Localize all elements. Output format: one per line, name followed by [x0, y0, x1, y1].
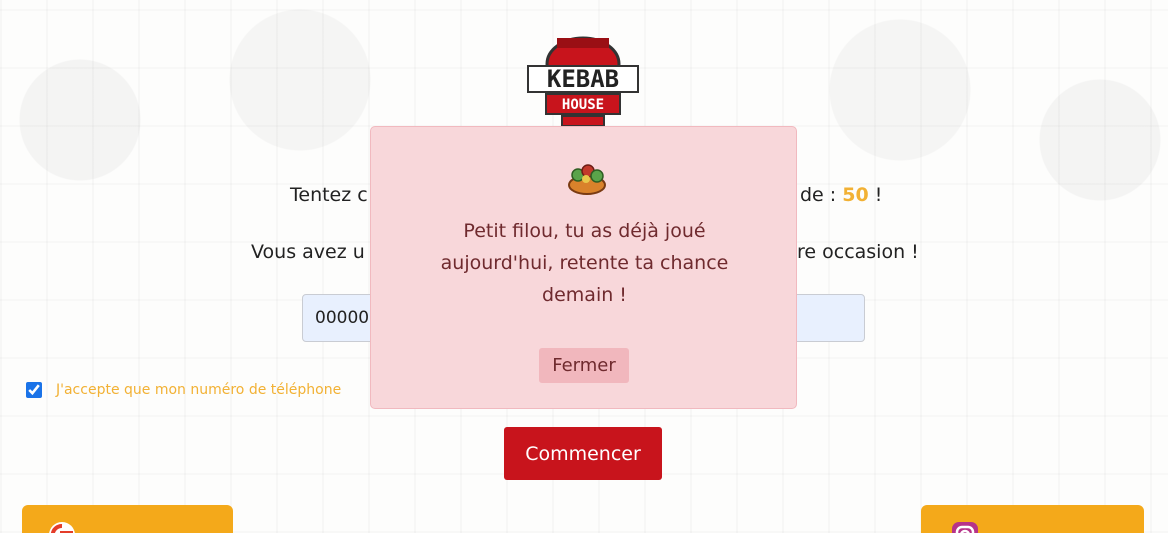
instagram-button[interactable]: [921, 505, 1144, 533]
logo-line1: KEBAB: [547, 65, 619, 93]
intro-start: Tentez c: [290, 184, 368, 206]
start-button[interactable]: Commencer: [504, 427, 662, 480]
google-review-button[interactable]: [22, 505, 233, 533]
consent-checkbox[interactable]: [26, 382, 42, 398]
already-played-modal: Petit filou, tu as déjà joué aujourd'hui…: [370, 126, 797, 409]
logo-line2: HOUSE: [562, 97, 604, 113]
salad-bowl-icon: [568, 164, 606, 195]
subline-start: Vous avez u: [251, 241, 365, 263]
instagram-icon: [952, 522, 978, 533]
points-value: 50: [842, 184, 869, 206]
intro-end: de : 50 !: [800, 184, 883, 206]
consent-label: J'accepte que mon numéro de téléphone: [56, 382, 342, 398]
consent-row[interactable]: J'accepte que mon numéro de téléphone: [26, 382, 341, 398]
google-icon: [49, 522, 75, 533]
modal-message: Petit filou, tu as déjà joué aujourd'hui…: [440, 220, 729, 306]
subline-end: re occasion !: [797, 241, 919, 263]
close-button[interactable]: Fermer: [539, 348, 629, 383]
kebab-house-logo: KEBAB HOUSE: [527, 36, 639, 127]
